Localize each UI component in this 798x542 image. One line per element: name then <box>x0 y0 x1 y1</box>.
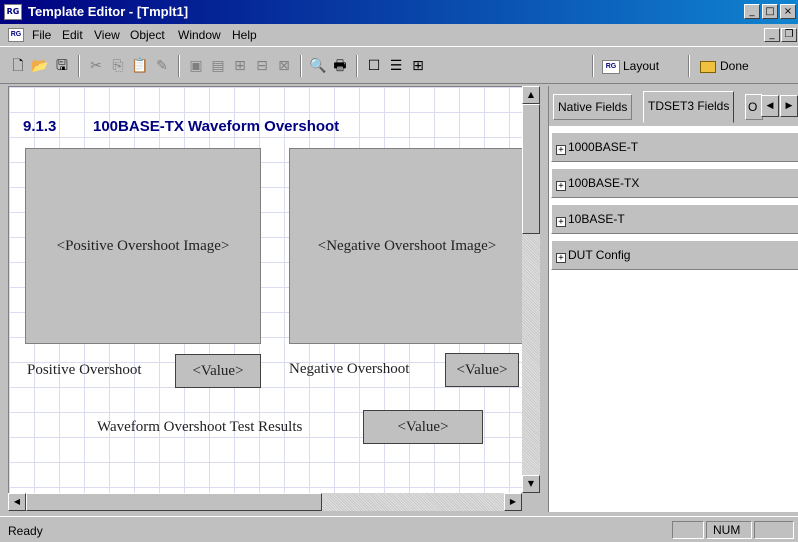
status-panel-caps <box>672 521 704 539</box>
fields-panel: Native Fields TDSET3 Fields O ◀ ▶ +1000B… <box>548 86 798 512</box>
field-group-label: 1000BASE-T <box>568 140 639 154</box>
rows-layout-icon[interactable]: ☰ <box>386 56 406 76</box>
menu-object[interactable]: Object <box>130 28 165 42</box>
tab-tdset3-fields[interactable]: TDSET3 Fields <box>643 91 735 123</box>
menu-bar: RG File Edit View Object Window Help _ ❐ <box>0 24 798 46</box>
layout-icon: RG <box>602 59 620 74</box>
section-title[interactable]: 100BASE-TX Waveform Overshoot <box>93 118 339 135</box>
negative-overshoot-label[interactable]: Negative Overshoot <box>289 361 409 378</box>
toolbar-separator <box>78 55 80 77</box>
expand-icon[interactable]: + <box>556 253 566 263</box>
mdi-minimize-button[interactable]: _ <box>764 28 780 42</box>
results-label[interactable]: Waveform Overshoot Test Results <box>97 419 302 436</box>
positive-overshoot-label[interactable]: Positive Overshoot <box>27 362 142 379</box>
scroll-left-icon[interactable]: ◀ <box>8 493 26 511</box>
folder-icon <box>700 60 716 73</box>
scroll-up-icon[interactable]: ▲ <box>522 86 540 104</box>
menu-window[interactable]: Window <box>178 28 221 42</box>
paste-icon[interactable]: 📋 <box>130 56 150 76</box>
fields-tab-strip: Native Fields TDSET3 Fields O ◀ ▶ <box>549 86 798 126</box>
menu-help[interactable]: Help <box>232 28 257 42</box>
bring-to-front-icon[interactable]: ▣ <box>186 56 206 76</box>
scroll-right-icon[interactable]: ▶ <box>504 493 522 511</box>
toolbar-separator <box>688 55 690 77</box>
close-button[interactable]: × <box>780 4 796 19</box>
window-title: Template Editor - [Tmplt1] <box>28 4 189 19</box>
field-group-dut-config[interactable]: + DUT Config <box>551 240 798 270</box>
print-preview-icon[interactable]: 🔍 <box>308 56 328 76</box>
expand-icon[interactable]: + <box>556 145 566 155</box>
tab-prev-icon[interactable]: ◀ <box>761 95 779 117</box>
single-layout-icon[interactable]: ☐ <box>364 56 384 76</box>
field-group-label: 10BASE-T <box>568 212 625 226</box>
field-group-label: DUT Config <box>568 248 631 262</box>
erase-icon[interactable]: ✎ <box>152 56 172 76</box>
menu-file[interactable]: File <box>32 28 51 42</box>
scrollbar-corner <box>522 493 540 511</box>
distribute-icon[interactable]: ⊠ <box>274 56 294 76</box>
field-group-100base-tx[interactable]: +100BASE-TX <box>551 168 798 198</box>
minimize-button[interactable]: _ <box>744 4 760 19</box>
toolbar-separator <box>178 55 180 77</box>
vertical-scrollbar[interactable]: ▲ ▼ <box>522 86 540 493</box>
horizontal-scrollbar[interactable]: ◀ ▶ <box>8 493 522 511</box>
results-value[interactable]: <Value> <box>363 410 483 444</box>
title-bar: RG Template Editor - [Tmplt1] _ □ × <box>0 0 798 24</box>
done-button[interactable]: Done <box>700 55 749 77</box>
expand-icon[interactable]: + <box>556 181 566 191</box>
field-group-1000base-t[interactable]: +1000BASE-T <box>551 132 798 162</box>
mdi-restore-button[interactable]: ❐ <box>781 28 797 42</box>
section-number[interactable]: 9.1.3 <box>23 118 56 135</box>
copy-icon[interactable]: ⎘ <box>108 56 128 76</box>
toolbar-separator <box>356 55 358 77</box>
align-icon[interactable]: ⊟ <box>252 56 272 76</box>
toolbar-separator <box>300 55 302 77</box>
negative-overshoot-value[interactable]: <Value> <box>445 353 519 387</box>
send-to-back-icon[interactable]: ▤ <box>208 56 228 76</box>
toolbar-separator <box>592 55 594 77</box>
positive-overshoot-image[interactable]: <Positive Overshoot Image> <box>25 148 261 344</box>
field-group-label: 100BASE-TX <box>568 176 640 190</box>
tab-native-fields[interactable]: Native Fields <box>553 94 633 120</box>
field-group-10base-t[interactable]: +10BASE-T <box>551 204 798 234</box>
layout-label: Layout <box>623 59 660 73</box>
cut-icon[interactable]: ✂ <box>86 56 106 76</box>
negative-overshoot-image[interactable]: <Negative Overshoot Image> <box>289 148 522 344</box>
template-canvas[interactable]: 9.1.3 100BASE-TX Waveform Overshoot <Pos… <box>8 86 522 493</box>
menu-edit[interactable]: Edit <box>62 28 83 42</box>
toolbar: 🗋 📂 🖫 ✂ ⎘ 📋 ✎ ▣ ▤ ⊞ ⊟ ⊠ 🔍 🖶 ☐ ☰ ⊞ RG Layo… <box>0 46 798 84</box>
open-folder-icon[interactable]: 📂 <box>30 56 50 76</box>
status-num-indicator: NUM <box>706 521 752 539</box>
done-label: Done <box>720 59 749 73</box>
group-icon[interactable]: ⊞ <box>230 56 250 76</box>
tab-next-icon[interactable]: ▶ <box>780 95 798 117</box>
menu-view[interactable]: View <box>94 28 120 42</box>
status-text: Ready <box>8 524 43 538</box>
grid-layout-icon[interactable]: ⊞ <box>408 56 428 76</box>
vertical-scroll-thumb[interactable] <box>522 104 540 234</box>
expand-icon[interactable]: + <box>556 217 566 227</box>
layout-button[interactable]: RG Layout <box>602 55 659 77</box>
print-icon[interactable]: 🖶 <box>330 56 350 76</box>
maximize-button[interactable]: □ <box>762 4 778 19</box>
status-bar: Ready NUM <box>0 516 798 542</box>
new-icon[interactable]: 🗋 <box>8 56 28 76</box>
app-icon[interactable]: RG <box>4 4 22 20</box>
horizontal-scroll-thumb[interactable] <box>26 493 322 511</box>
status-panel-scroll <box>754 521 794 539</box>
positive-overshoot-value[interactable]: <Value> <box>175 354 261 388</box>
save-icon[interactable]: 🖫 <box>52 56 72 76</box>
scroll-down-icon[interactable]: ▼ <box>522 475 540 493</box>
document-icon[interactable]: RG <box>8 28 24 42</box>
